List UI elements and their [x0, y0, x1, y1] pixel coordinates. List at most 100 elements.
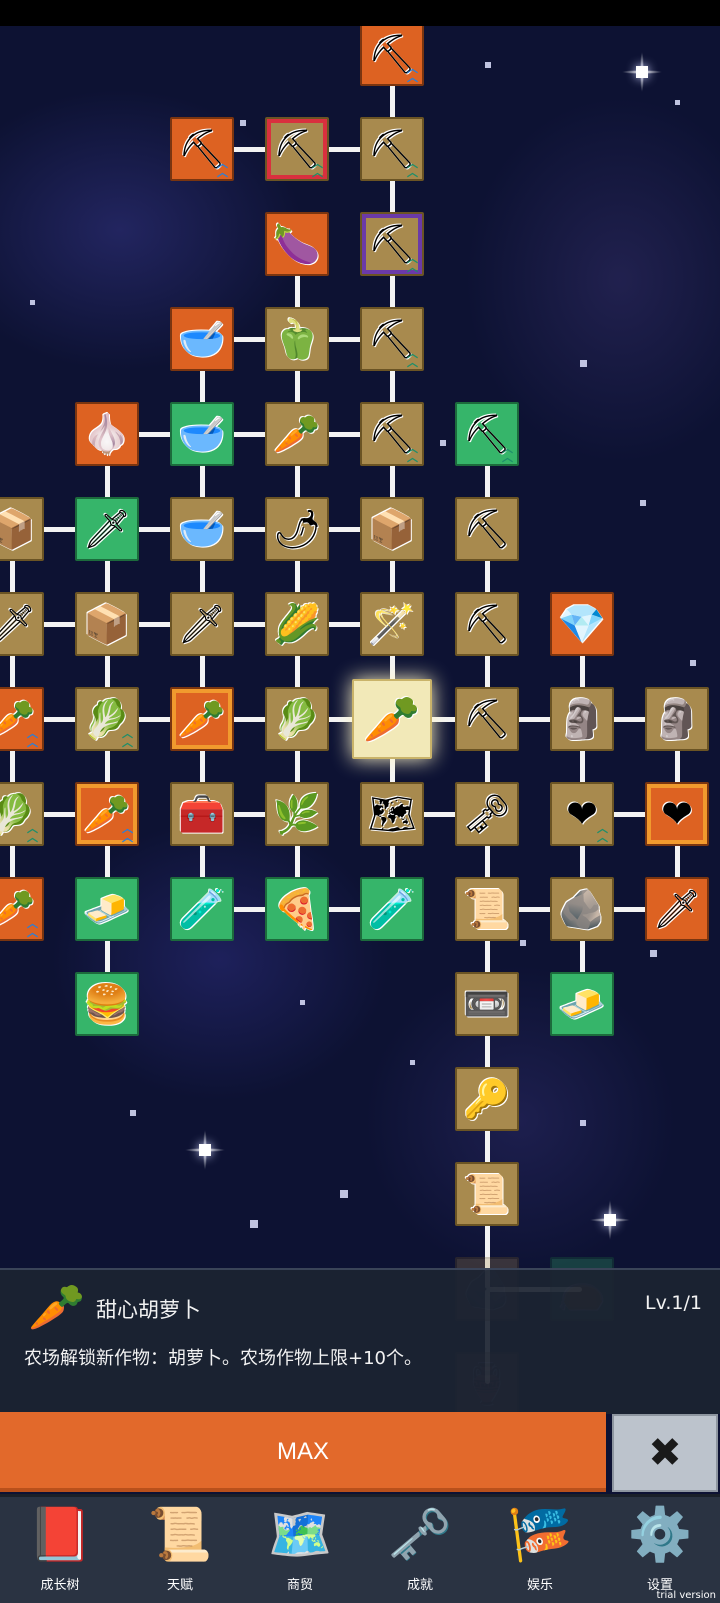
- star: [650, 950, 657, 957]
- scroll-icon: 📜: [463, 887, 511, 931]
- skill-node-scroll[interactable]: 📜: [455, 877, 519, 941]
- gold-key-icon: 🗝: [462, 792, 512, 836]
- skill-node-bowl[interactable]: 🥣: [170, 402, 234, 466]
- leek-icon: 🌿: [273, 792, 321, 836]
- skill-node-shovel[interactable]: ⛏ ︿ ︿: [360, 22, 424, 86]
- skill-node-pickaxe[interactable]: ⛏: [455, 592, 519, 656]
- skill-description: 农场解锁新作物：胡萝卜。农场作物上限+10个。: [24, 1348, 422, 1369]
- skill-node-sword[interactable]: 🗡: [75, 497, 139, 561]
- staff-icon: 🪄: [368, 602, 416, 646]
- skill-node-potion[interactable]: 🧪: [360, 877, 424, 941]
- skill-node-gold-bar[interactable]: 🧈: [75, 877, 139, 941]
- skill-node-staff[interactable]: 🪄: [360, 592, 424, 656]
- skill-node-shovel[interactable]: ⛏ ︿ ︿: [360, 307, 424, 371]
- skill-node-stone[interactable]: 🪨: [550, 877, 614, 941]
- nav-entertainment[interactable]: 🎏 娱乐: [480, 1497, 600, 1603]
- pizza-icon: 🍕: [273, 887, 321, 931]
- skill-node-sword[interactable]: 🗡: [170, 592, 234, 656]
- skill-node-statue[interactable]: 🗿: [550, 687, 614, 751]
- skill-node-cabbage[interactable]: 🥬 ︿ ︿: [0, 782, 44, 846]
- close-button[interactable]: ✖: [612, 1414, 718, 1492]
- skill-node-leek[interactable]: 🌿: [265, 782, 329, 846]
- skill-level: Lv.1/1: [645, 1292, 702, 1314]
- skill-node-radish[interactable]: 🥕: [265, 402, 329, 466]
- potion-icon: 🧪: [368, 887, 416, 931]
- skill-node-sword[interactable]: 🗡: [645, 877, 709, 941]
- nav-trade[interactable]: 🗺️ 商贸: [240, 1497, 360, 1603]
- skill-node-carrot[interactable]: 🥕: [352, 679, 432, 759]
- skill-node-pickaxe[interactable]: ⛏ ︿ ︿: [455, 402, 519, 466]
- star: [485, 62, 491, 68]
- upgrade-arrows-icon: ︿ ︿: [312, 157, 323, 179]
- map-icon: 🗺: [367, 792, 417, 836]
- map-icon: 🗺️: [267, 1505, 333, 1565]
- skill-node-heart[interactable]: ❤: [645, 782, 709, 846]
- skill-node-shovel[interactable]: ⛏ ︿ ︿: [360, 212, 424, 276]
- nav-settings[interactable]: ⚙️ 设置: [600, 1497, 720, 1603]
- star: [240, 120, 246, 126]
- skill-node-shovel[interactable]: ⛏ ︿ ︿: [170, 117, 234, 181]
- skill-node-potion[interactable]: 🧪: [170, 877, 234, 941]
- skill-node-pickaxe[interactable]: ⛏: [455, 687, 519, 751]
- crystal-icon: 💎: [558, 602, 606, 646]
- sword-icon: 🗡: [652, 887, 702, 931]
- sword-icon: 🗡: [177, 602, 227, 646]
- skill-node-crate[interactable]: 📦: [75, 592, 139, 656]
- skill-node-carrot[interactable]: 🥕 ︿ ︿: [75, 782, 139, 846]
- skill-node-scroll[interactable]: 📜: [455, 1162, 519, 1226]
- nav-label: 娱乐: [526, 1578, 553, 1593]
- skill-node-carrot[interactable]: 🥕 ︿ ︿: [0, 687, 44, 751]
- skill-node-carrot[interactable]: 🥕 ︿ ︿: [0, 877, 44, 941]
- skill-node-statue[interactable]: 🗿: [645, 687, 709, 751]
- skill-node-corn[interactable]: 🌽: [265, 592, 329, 656]
- crate-icon: 📦: [368, 507, 416, 551]
- upgrade-arrows-icon: ︿ ︿: [407, 157, 418, 179]
- skill-node-pepper[interactable]: 🫑: [265, 307, 329, 371]
- skill-node-shovel[interactable]: ⛏ ︿ ︿: [265, 117, 329, 181]
- nav-achievements[interactable]: 🗝️ 成就: [360, 1497, 480, 1603]
- skill-node-crate[interactable]: 📦: [0, 497, 44, 561]
- skill-node-cassette[interactable]: 📼: [455, 972, 519, 1036]
- skill-node-pickaxe[interactable]: ⛏: [455, 497, 519, 561]
- skill-node-cabbage[interactable]: 🥬: [265, 687, 329, 751]
- skill-node-chest[interactable]: 🧰: [170, 782, 234, 846]
- skill-node-iron-key[interactable]: 🔑: [455, 1067, 519, 1131]
- skill-node-crystal[interactable]: 💎: [550, 592, 614, 656]
- skill-detail-panel: 🥕 甜心胡萝卜 Lv.1/1 农场解锁新作物：胡萝卜。农场作物上限+10个。: [0, 1268, 720, 1414]
- bowl-icon: 🥣: [178, 507, 226, 551]
- skill-node-chili[interactable]: 🌶: [265, 497, 329, 561]
- skill-node-sword[interactable]: 🗡: [0, 592, 44, 656]
- skill-node-eggplant[interactable]: 🍆: [265, 212, 329, 276]
- statue-icon: 🗿: [653, 697, 701, 741]
- max-button[interactable]: MAX: [0, 1412, 606, 1492]
- nav-growth-tree[interactable]: 📕 成长树: [0, 1497, 120, 1603]
- sparkle-star: [622, 52, 662, 92]
- skill-node-butter[interactable]: 🧈: [550, 972, 614, 1036]
- heart-icon: ❤: [566, 792, 598, 836]
- skill-node-heart[interactable]: ❤ ︿ ︿: [550, 782, 614, 846]
- status-bar: [0, 0, 720, 26]
- upgrade-arrows-icon: ︿ ︿: [217, 157, 228, 179]
- skill-node-map[interactable]: 🗺: [360, 782, 424, 846]
- skill-node-shovel[interactable]: ⛏ ︿ ︿: [360, 117, 424, 181]
- star: [580, 360, 587, 367]
- skill-node-cabbage[interactable]: 🥬 ︿ ︿: [75, 687, 139, 751]
- skill-node-carrot[interactable]: 🥕: [170, 687, 234, 751]
- nav-talent[interactable]: 📜 天赋: [120, 1497, 240, 1603]
- skill-node-garlic[interactable]: 🧄: [75, 402, 139, 466]
- skill-node-gold-key[interactable]: 🗝: [455, 782, 519, 846]
- carrot-icon: 🥕: [28, 1280, 86, 1334]
- skill-node-burger[interactable]: 🍔: [75, 972, 139, 1036]
- upgrade-arrows-icon: ︿ ︿: [27, 917, 38, 939]
- skill-node-bowl[interactable]: 🥣: [170, 307, 234, 371]
- star: [30, 300, 35, 305]
- skill-node-shovel[interactable]: ⛏ ︿ ︿: [360, 402, 424, 466]
- skill-node-pizza[interactable]: 🍕: [265, 877, 329, 941]
- crate-icon: 📦: [0, 507, 36, 551]
- crate-icon: 📦: [83, 602, 131, 646]
- upgrade-arrows-icon: ︿ ︿: [407, 442, 418, 464]
- nav-label: 天赋: [166, 1578, 193, 1593]
- skill-node-crate[interactable]: 📦: [360, 497, 424, 561]
- skill-node-bowl[interactable]: 🥣: [170, 497, 234, 561]
- upgrade-arrows-icon: ︿ ︿: [122, 727, 133, 749]
